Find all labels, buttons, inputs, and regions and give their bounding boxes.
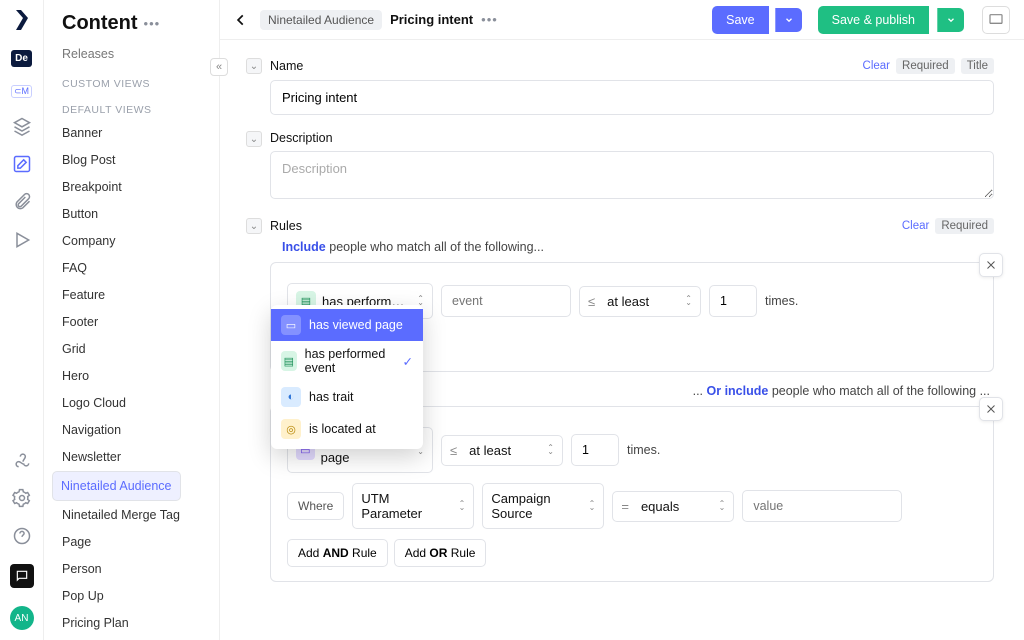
comparator-select[interactable]: = equals — [612, 491, 734, 522]
dropdown-item-viewed-page[interactable]: ▭ has viewed page — [271, 309, 423, 341]
sidebar-item[interactable]: Pricing Plan — [52, 610, 211, 636]
sidebar-section-default: DEFAULT VIEWS — [52, 94, 211, 120]
rules-label: Rules — [270, 219, 302, 233]
count-input[interactable] — [709, 285, 757, 317]
fold-toggle[interactable]: ⌄ — [246, 218, 262, 234]
times-label: times. — [765, 294, 798, 308]
attachment-icon[interactable] — [12, 192, 32, 212]
dropdown-item-located-at[interactable]: ◎ is located at — [271, 413, 423, 445]
gear-icon[interactable] — [12, 488, 32, 508]
sidebar-item[interactable]: Hero — [52, 363, 211, 389]
include-heading: Include people who match all of the foll… — [282, 240, 994, 254]
add-or-rule-button[interactable]: Add OR Rule — [394, 539, 487, 567]
sidebar-item[interactable]: Footer — [52, 309, 211, 335]
sidebar-item[interactable]: Ninetailed Audience — [52, 471, 181, 501]
name-input[interactable] — [270, 80, 994, 115]
back-button[interactable] — [230, 11, 252, 29]
help-icon[interactable] — [12, 526, 32, 546]
sidebar-item[interactable]: Page — [52, 529, 211, 555]
sidebar: Content ••• Releases CUSTOM VIEWS DEFAUL… — [44, 0, 220, 640]
chevron-updown-icon — [547, 445, 554, 455]
page-title: Pricing intent — [390, 12, 473, 27]
icon-rail: De ⊂M AN — [0, 0, 44, 640]
sidebar-item[interactable]: Feature — [52, 282, 211, 308]
org-badge[interactable]: De — [11, 50, 32, 67]
param-select[interactable]: UTM Parameter — [352, 483, 474, 529]
sidebar-item[interactable]: FAQ — [52, 255, 211, 281]
required-badge: Required — [896, 58, 955, 74]
avatar[interactable]: AN — [10, 606, 34, 630]
sidebar-item[interactable]: Navigation — [52, 417, 211, 443]
fold-toggle[interactable]: ⌄ — [246, 131, 262, 147]
edit-icon[interactable] — [12, 154, 32, 174]
description-input[interactable] — [270, 151, 994, 199]
dropdown-item-performed-event[interactable]: ▤ has performed event ✓ — [271, 341, 423, 381]
close-icon[interactable] — [979, 253, 1003, 277]
chevron-updown-icon — [719, 501, 726, 511]
field-select[interactable]: Campaign Source — [482, 483, 604, 529]
topbar: Ninetailed Audience Pricing intent ••• S… — [220, 0, 1024, 40]
dropdown-item-has-trait[interactable]: ◐ has trait — [271, 381, 423, 413]
env-tag[interactable]: ⊂M — [11, 85, 32, 98]
page-icon: ▭ — [281, 315, 301, 335]
event-icon: ▤ — [281, 351, 297, 371]
chevron-updown-icon — [459, 501, 466, 511]
check-icon: ✓ — [403, 354, 413, 369]
sidebar-menu-icon[interactable]: ••• — [144, 16, 161, 31]
operator-select[interactable]: ≤ at least — [579, 286, 701, 317]
sidebar-item[interactable]: Breakpoint — [52, 174, 211, 200]
chevron-updown-icon — [685, 296, 692, 306]
save-button[interactable]: Save — [712, 6, 769, 34]
layers-icon[interactable] — [12, 116, 32, 136]
sidebar-item[interactable]: Newsletter — [52, 444, 211, 470]
publish-button[interactable]: Save & publish — [818, 6, 929, 34]
publish-dropdown-button[interactable] — [937, 8, 964, 32]
name-clear-button[interactable]: Clear — [863, 60, 890, 72]
add-and-rule-button[interactable]: Add AND Rule — [287, 539, 388, 567]
breadcrumb[interactable]: Ninetailed Audience — [260, 10, 382, 30]
sidebar-item[interactable]: Grid — [52, 336, 211, 362]
count-input[interactable] — [571, 434, 619, 466]
trait-icon: ◐ — [281, 387, 301, 407]
event-input[interactable] — [441, 285, 571, 317]
condition-dropdown: ▭ has viewed page ▤ has performed event … — [271, 305, 423, 449]
page-menu-icon[interactable]: ••• — [481, 12, 498, 27]
chevron-updown-icon — [589, 501, 596, 511]
sidebar-title: Content — [62, 12, 138, 35]
sidebar-item[interactable]: Button — [52, 201, 211, 227]
sidebar-item[interactable]: Logo Cloud — [52, 390, 211, 416]
close-icon[interactable] — [979, 397, 1003, 421]
chat-icon[interactable] — [10, 564, 34, 588]
sidebar-item[interactable]: Pop Up — [52, 583, 211, 609]
operator-label: at least — [469, 443, 511, 458]
value-input[interactable] — [742, 490, 902, 522]
rule-group: ▤ has performed eve… ≤ at least times. — [270, 262, 994, 372]
sidebar-item[interactable]: Ninetailed Merge Tag — [52, 502, 211, 528]
save-dropdown-button[interactable] — [775, 8, 802, 32]
sidebar-item[interactable]: Blog Post — [52, 147, 211, 173]
where-label: Where — [287, 492, 344, 520]
sidebar-item[interactable]: Person — [52, 556, 211, 582]
sidebar-item[interactable]: Company — [52, 228, 211, 254]
description-label: Description — [270, 131, 333, 145]
times-label: times. — [627, 443, 660, 457]
webhook-icon[interactable] — [12, 450, 32, 470]
operator-select[interactable]: ≤ at least — [441, 435, 563, 466]
play-icon[interactable] — [12, 230, 32, 250]
sidebar-item[interactable]: Banner — [52, 120, 211, 146]
fold-toggle[interactable]: ⌄ — [246, 58, 262, 74]
operator-label: at least — [607, 294, 649, 309]
preview-icon[interactable] — [982, 6, 1010, 34]
title-badge: Title — [961, 58, 994, 74]
sidebar-section-custom: CUSTOM VIEWS — [52, 68, 211, 94]
app-logo-icon — [10, 8, 34, 32]
location-icon: ◎ — [281, 419, 301, 439]
name-label: Name — [270, 59, 303, 73]
sidebar-item-releases[interactable]: Releases — [52, 41, 211, 67]
required-badge: Required — [935, 218, 994, 234]
rules-clear-button[interactable]: Clear — [902, 220, 929, 232]
